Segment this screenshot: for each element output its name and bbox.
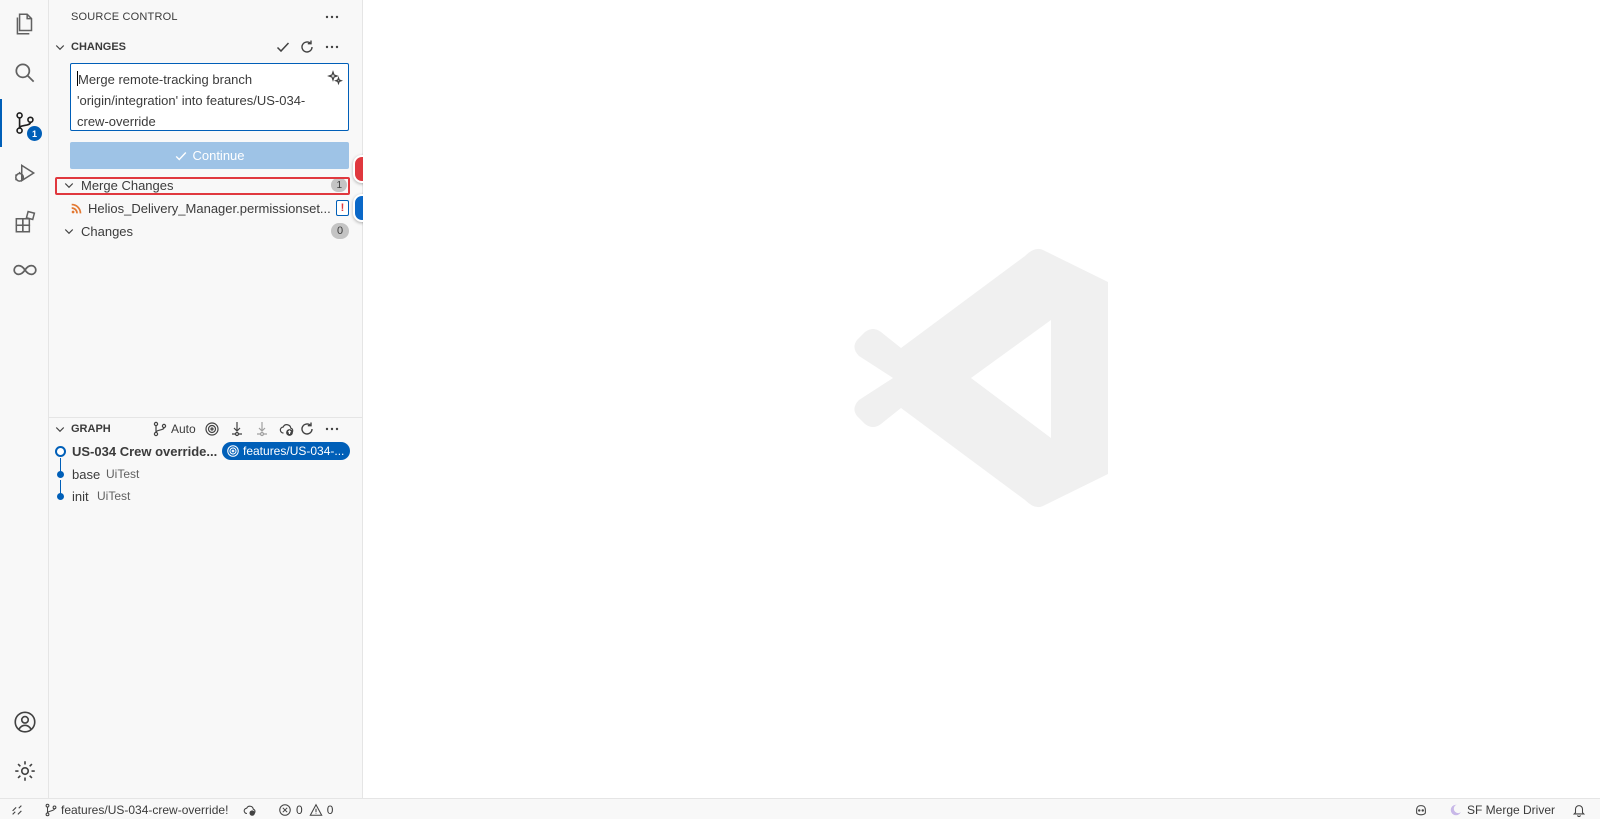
conflict-status-indicator: ! — [336, 200, 349, 216]
changes-more-actions-button[interactable] — [322, 37, 342, 57]
check-icon — [276, 42, 290, 53]
branch-ref-badge[interactable]: features/US-034-... — [222, 442, 350, 460]
branch-ref-label: features/US-034-... — [243, 444, 345, 458]
bell-icon — [1572, 804, 1586, 817]
changes-group[interactable]: Changes 0 — [49, 220, 363, 242]
cloud-upload-icon — [279, 424, 294, 436]
graph-more-actions-button[interactable] — [322, 419, 342, 439]
go-to-current-button[interactable] — [202, 419, 222, 439]
branch-indicator[interactable]: features/US-034-crew-override! — [44, 799, 228, 819]
pull-icon — [257, 422, 267, 437]
problems-indicator[interactable]: 0 0 — [278, 799, 333, 819]
ellipsis-icon — [325, 427, 339, 431]
warning-icon — [309, 803, 323, 816]
commit-message-input[interactable]: Merge remote-tracking branch 'origin/int… — [70, 63, 349, 131]
graph-refresh-button[interactable] — [297, 419, 317, 439]
graph-commit-row[interactable]: base UiTest — [49, 463, 363, 485]
pull-button[interactable] — [252, 419, 272, 439]
error-count: 0 — [296, 802, 303, 817]
generate-commit-message-button[interactable] — [325, 68, 345, 88]
graph-commit-row[interactable]: init UiTest — [49, 485, 363, 507]
branch-filter-button[interactable] — [150, 419, 170, 439]
commit-node-icon — [55, 445, 66, 457]
commit-message: init — [72, 488, 89, 504]
commit-author: UiTest — [97, 489, 131, 503]
chevron-down-icon — [49, 418, 71, 440]
commit-message-text: Merge remote-tracking branch 'origin/int… — [77, 72, 306, 129]
target-icon — [205, 422, 219, 436]
graph-section-title: GRAPH — [71, 423, 111, 435]
ellipsis-icon — [325, 45, 339, 49]
merge-driver-label: SF Merge Driver — [1467, 802, 1556, 817]
source-control-badge: 1 — [27, 126, 42, 141]
copilot-icon — [1416, 804, 1426, 815]
fetch-button[interactable] — [227, 419, 247, 439]
git-branch-icon — [153, 421, 167, 437]
run-debug-button[interactable] — [0, 149, 49, 197]
rss-file-icon — [71, 203, 88, 214]
chevron-down-icon — [49, 36, 71, 58]
extensions-button[interactable] — [0, 198, 49, 246]
changes-group-label: Changes — [81, 223, 134, 239]
warning-count: 0 — [326, 802, 334, 817]
target-icon — [227, 445, 239, 457]
copilot-button[interactable] — [1414, 799, 1428, 819]
check-icon — [176, 151, 187, 161]
editor-area — [363, 0, 1600, 798]
commit-node-icon — [57, 470, 64, 478]
infinity-icon — [12, 264, 37, 276]
account-icon — [13, 711, 36, 733]
files-icon — [16, 13, 32, 35]
git-branch-icon — [45, 803, 57, 816]
search-button[interactable] — [0, 49, 49, 97]
vscode-logo-watermark — [854, 248, 1108, 508]
changes-count: 0 — [331, 223, 349, 239]
continue-label: Continue — [192, 148, 245, 163]
sync-button[interactable] — [243, 799, 257, 819]
ellipsis-icon — [325, 15, 339, 19]
notifications-button[interactable] — [1572, 799, 1586, 819]
branch-name: features/US-034-crew-override! — [61, 802, 229, 817]
gear-icon — [14, 761, 35, 781]
graph-auto-label[interactable]: Auto — [171, 422, 196, 436]
accounts-button[interactable] — [0, 698, 49, 746]
conflicted-file-row[interactable]: Helios_Delivery_Manager.permissionset... — [49, 197, 363, 219]
merge-driver-indicator[interactable]: SF Merge Driver — [1449, 799, 1555, 819]
error-icon — [279, 803, 291, 816]
remote-indicator[interactable] — [10, 799, 24, 819]
extensions-icon — [15, 210, 35, 233]
sidebar-more-actions-button[interactable] — [322, 7, 342, 27]
commit-message: base — [72, 466, 101, 482]
refresh-icon — [301, 422, 313, 435]
file-name: Helios_Delivery_Manager.permissionset... — [88, 200, 331, 216]
commit-button[interactable] — [273, 37, 293, 57]
sidebar-title: SOURCE CONTROL — [71, 11, 178, 23]
explorer-button[interactable] — [0, 0, 49, 48]
commit-message: US-034 Crew override... — [72, 443, 218, 459]
status-bar: features/US-034-crew-override! 0 0 SF Me… — [0, 798, 1600, 819]
fetch-icon — [232, 422, 242, 437]
sparkle-icon — [327, 70, 343, 86]
manage-button[interactable] — [0, 747, 49, 795]
continue-button[interactable]: Continue — [70, 142, 349, 169]
run-debug-icon — [14, 164, 35, 182]
cloud-upload-icon — [243, 805, 256, 816]
chevron-down-icon — [63, 225, 79, 237]
refresh-button[interactable] — [297, 37, 317, 57]
moon-icon — [1450, 803, 1463, 815]
remote-button[interactable] — [0, 246, 49, 294]
source-control-button[interactable]: 1 — [0, 99, 49, 147]
refresh-icon — [301, 40, 313, 53]
source-control-sidebar: SOURCE CONTROL CHANGES Merge remote-trac… — [49, 0, 363, 798]
commit-author: UiTest — [106, 467, 140, 481]
push-button[interactable] — [277, 419, 297, 439]
activity-bar: 1 — [0, 0, 49, 798]
commit-node-icon — [57, 492, 64, 500]
search-icon — [14, 63, 34, 83]
merge-changes-highlight — [55, 177, 350, 195]
changes-section-title: CHANGES — [71, 41, 127, 53]
remote-icon — [12, 804, 22, 815]
